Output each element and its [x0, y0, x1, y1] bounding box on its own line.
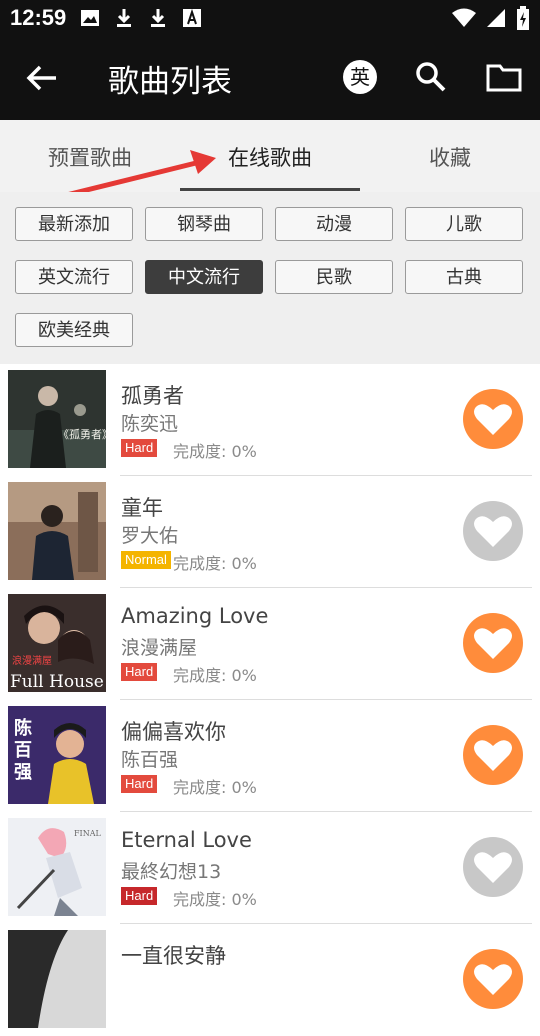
completion-label: 完成度: 0% [173, 554, 257, 573]
album-cover [8, 930, 106, 1028]
svg-text:陈: 陈 [14, 717, 32, 739]
favorite-button[interactable] [463, 613, 523, 673]
category-filter-panel: 最新添加 钢琴曲 动漫 儿歌 英文流行 中文流行 民歌 古典 欧美经典 [0, 192, 540, 364]
category-chinese-pop[interactable]: 中文流行 [145, 260, 263, 294]
song-artist: 浪漫满屋 [121, 637, 198, 659]
list-item[interactable]: 《孤勇者》 孤勇者 陈奕迅 Hard 完成度: 0% [0, 364, 540, 476]
category-english-pop[interactable]: 英文流行 [15, 260, 133, 294]
battery-icon [517, 6, 529, 30]
heart-icon [474, 404, 512, 435]
completion-label: 完成度: 0% [173, 666, 257, 685]
svg-text:浪漫满屋: 浪漫满屋 [12, 654, 52, 667]
completion-label: 完成度: 0% [173, 778, 257, 797]
category-piano[interactable]: 钢琴曲 [145, 207, 263, 241]
song-title: 孤勇者 [121, 384, 184, 408]
search-icon[interactable] [414, 60, 448, 94]
album-cover: 浪漫满屋 Full House [8, 594, 106, 692]
song-artist: 陈奕迅 [121, 413, 179, 435]
favorite-button[interactable] [463, 837, 523, 897]
song-artist: 陈百强 [121, 749, 179, 771]
category-western-classics[interactable]: 欧美经典 [15, 313, 133, 347]
heart-icon [474, 516, 512, 547]
difficulty-badge: Hard [121, 775, 158, 793]
completion-label: 完成度: 0% [173, 890, 257, 909]
favorite-button[interactable] [463, 725, 523, 785]
difficulty-badge: Hard [121, 663, 158, 681]
page-title: 歌曲列表 [108, 64, 232, 100]
cover-text: Full House [10, 672, 104, 692]
song-artist: 罗大佑 [121, 525, 179, 547]
album-cover [8, 482, 106, 580]
status-notification-icons [80, 8, 202, 28]
list-item[interactable]: FINAL Eternal Love 最終幻想13 Hard 完成度: 0% [0, 812, 540, 924]
svg-text:百: 百 [14, 740, 32, 761]
svg-text:强: 强 [14, 762, 32, 783]
app-bar: 歌曲列表 英 [0, 36, 540, 120]
heart-icon [474, 964, 512, 995]
list-item[interactable]: 一直很安静 [0, 924, 540, 1036]
category-latest[interactable]: 最新添加 [15, 207, 133, 241]
heart-icon [474, 740, 512, 771]
category-folk[interactable]: 民歌 [275, 260, 393, 294]
category-classical[interactable]: 古典 [405, 260, 523, 294]
favorite-button[interactable] [463, 949, 523, 1009]
difficulty-badge: Hard [121, 887, 158, 905]
folder-icon[interactable] [486, 60, 522, 94]
status-system-icons [452, 6, 530, 30]
song-artist: 最終幻想13 [121, 861, 222, 883]
image-icon [81, 10, 99, 26]
font-icon [183, 8, 201, 27]
back-arrow-icon[interactable] [22, 58, 62, 98]
language-toggle-button[interactable]: 英 [343, 60, 377, 94]
svg-text:FINAL: FINAL [74, 829, 101, 838]
song-title: 一直很安静 [121, 944, 226, 968]
completion-label: 完成度: 0% [173, 442, 257, 461]
difficulty-badge: Hard [121, 439, 158, 457]
download-icon [117, 9, 131, 27]
status-time: 12:59 [10, 5, 67, 30]
category-children[interactable]: 儿歌 [405, 207, 523, 241]
song-title: 童年 [121, 496, 163, 520]
download-icon [151, 9, 165, 27]
favorite-button[interactable] [463, 501, 523, 561]
list-item[interactable]: 浪漫满屋 Full House Amazing Love 浪漫满屋 Hard 完… [0, 588, 540, 700]
song-title: 偏偏喜欢你 [121, 720, 226, 744]
heart-icon [474, 852, 512, 883]
tab-favorites[interactable]: 收藏 [360, 142, 540, 172]
heart-icon [474, 628, 512, 659]
signal-icon [487, 9, 505, 27]
album-cover: 《孤勇者》 [8, 370, 106, 468]
song-title: Eternal Love [121, 828, 252, 852]
wifi-icon [452, 8, 476, 27]
album-cover: 陈 百 强 [8, 706, 106, 804]
list-item[interactable]: 童年 罗大佑 Normal 完成度: 0% [0, 476, 540, 588]
album-cover: FINAL [8, 818, 106, 916]
status-bar: 12:59 [0, 0, 540, 36]
cover-text: 《孤勇者》 [58, 428, 106, 441]
category-anime[interactable]: 动漫 [275, 207, 393, 241]
favorite-button[interactable] [463, 389, 523, 449]
song-title: Amazing Love [121, 604, 269, 628]
list-item[interactable]: 陈 百 强 偏偏喜欢你 陈百强 Hard 完成度: 0% [0, 700, 540, 812]
difficulty-badge: Normal [121, 551, 171, 569]
